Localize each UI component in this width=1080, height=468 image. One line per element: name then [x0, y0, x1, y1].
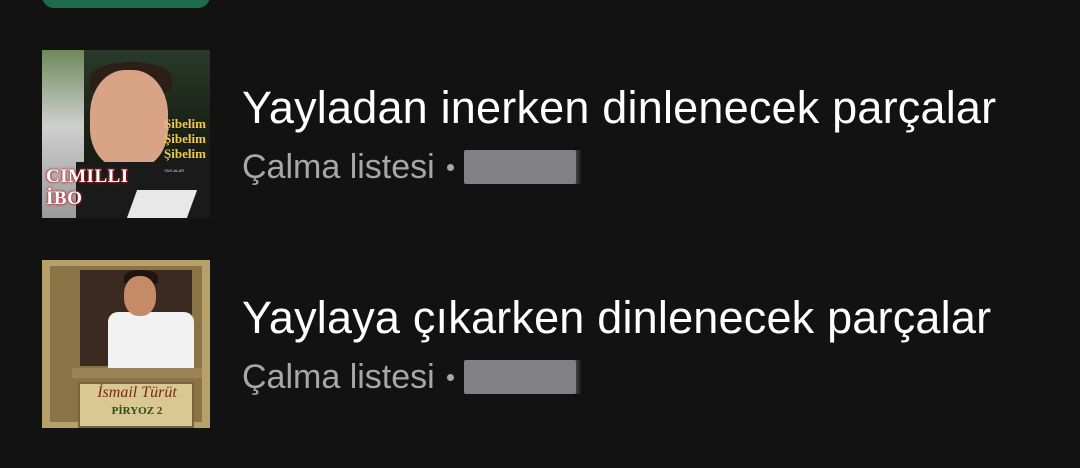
separator-dot — [446, 373, 454, 381]
playlist-meta: Çalma listesi — [242, 357, 991, 397]
cover-album-text: PİRYOZ 2 — [111, 405, 163, 417]
playlist-title: Yaylaya çıkarken dinlenecek parçalar — [242, 292, 992, 343]
redacted-owner — [463, 150, 582, 184]
playlist-cover-art: Şibelim Şibelim Şibelim YAYLALAR CIMILLI… — [42, 50, 210, 218]
playlist-meta: Çalma listesi — [242, 147, 996, 187]
cover-portrait-face — [124, 276, 156, 316]
cover-small-text: YAYLALAR — [164, 168, 185, 173]
top-button-partial[interactable] — [42, 0, 210, 8]
playlist-text: Yayladan inerken dinlenecek parçalar Çal… — [242, 81, 996, 187]
playlist-row[interactable]: İsmail Türüt PİRYOZ 2 Yaylaya çıkarken d… — [42, 260, 1042, 428]
separator-dot — [446, 163, 454, 171]
cover-portrait-face — [90, 70, 168, 168]
playlist-type-label: Çalma listesi — [242, 358, 435, 396]
playlist-row[interactable]: Şibelim Şibelim Şibelim YAYLALAR CIMILLI… — [42, 50, 1042, 218]
cover-artist-text: CIMILLI İBO — [46, 166, 129, 209]
playlist-cover-art: İsmail Türüt PİRYOZ 2 — [42, 260, 210, 428]
playlist-title: Yayladan inerken dinlenecek parçalar — [242, 82, 997, 133]
redacted-owner — [463, 360, 582, 394]
cover-window-sill — [72, 368, 202, 378]
cover-side-text: Şibelim Şibelim Şibelim — [164, 116, 206, 161]
playlist-type-label: Çalma listesi — [242, 148, 435, 186]
cover-artist-text: İsmail Türüt — [97, 384, 177, 401]
cover-portrait-shirt — [108, 312, 194, 376]
playlist-text: Yaylaya çıkarken dinlenecek parçalar Çal… — [242, 291, 991, 397]
cover-portrait-collar — [126, 190, 198, 218]
